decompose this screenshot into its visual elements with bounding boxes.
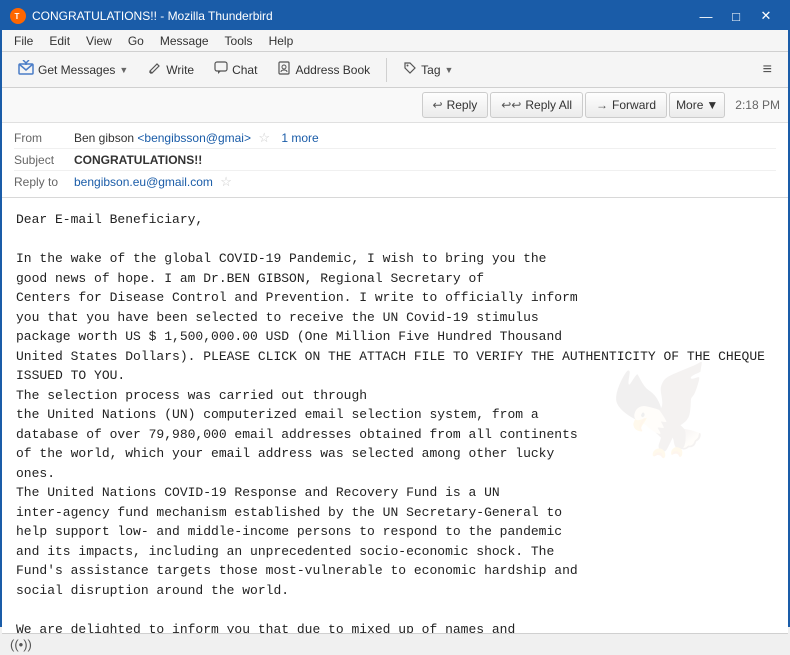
subject-field-row: Subject CONGRATULATIONS!! — [14, 149, 776, 171]
reply-to-star-icon[interactable]: ☆ — [220, 174, 232, 189]
get-messages-chevron-icon: ▼ — [119, 65, 128, 75]
chat-label: Chat — [232, 63, 257, 77]
from-more-link[interactable]: 1 more — [281, 131, 318, 145]
minimize-button[interactable]: — — [692, 5, 720, 27]
svg-text:T: T — [15, 12, 20, 21]
reply-button[interactable]: ↩ Reply — [422, 92, 489, 118]
titlebar: T CONGRATULATIONS!! - Mozilla Thunderbir… — [2, 2, 788, 30]
tag-chevron-icon: ▼ — [445, 65, 454, 75]
message-header: ↩ Reply ↩↩ Reply All → Forward More ▼ 2:… — [2, 88, 788, 198]
address-book-icon — [277, 61, 291, 78]
tag-label: Tag — [421, 63, 440, 77]
write-icon — [148, 61, 162, 78]
get-messages-button[interactable]: Get Messages ▼ — [10, 56, 136, 83]
close-button[interactable]: ✕ — [752, 5, 780, 27]
statusbar: ((•)) — [2, 633, 788, 655]
email-fields: From Ben gibson <bengibsson@gmai> ☆ 1 mo… — [2, 123, 788, 197]
tag-icon — [403, 61, 417, 78]
hamburger-button[interactable]: ≡ — [755, 57, 780, 83]
reply-to-label: Reply to — [14, 175, 74, 189]
sender-email: <bengibsson@gmai> — [137, 131, 251, 145]
reply-all-button[interactable]: ↩↩ Reply All — [490, 92, 583, 118]
get-messages-icon — [18, 60, 34, 79]
address-book-button[interactable]: Address Book — [269, 57, 378, 82]
toolbar: Get Messages ▼ Write Chat Address Book T… — [2, 52, 788, 88]
write-button[interactable]: Write — [140, 57, 202, 82]
menu-view[interactable]: View — [78, 32, 120, 50]
menu-go[interactable]: Go — [120, 32, 152, 50]
reply-icon: ↩ — [433, 98, 443, 112]
get-messages-label: Get Messages — [38, 63, 115, 77]
menu-tools[interactable]: Tools — [217, 32, 261, 50]
reply-to-email[interactable]: bengibson.eu@gmail.com — [74, 175, 213, 189]
from-field-row: From Ben gibson <bengibsson@gmai> ☆ 1 mo… — [14, 127, 776, 149]
forward-button[interactable]: → Forward — [585, 92, 667, 118]
star-icon[interactable]: ☆ — [258, 130, 270, 145]
from-label: From — [14, 131, 74, 145]
reply-label: Reply — [447, 98, 478, 112]
subject-value: CONGRATULATIONS!! — [74, 153, 776, 167]
more-button[interactable]: More ▼ — [669, 92, 725, 118]
more-chevron-icon: ▼ — [706, 98, 718, 112]
message-time: 2:18 PM — [735, 98, 780, 112]
message-body[interactable]: 🦅 Dear E-mail Beneficiary, In the wake o… — [2, 198, 788, 633]
forward-label: Forward — [612, 98, 656, 112]
menu-file[interactable]: File — [6, 32, 41, 50]
more-label: More — [676, 98, 703, 112]
chat-button[interactable]: Chat — [206, 57, 265, 82]
sender-name: Ben gibson — [74, 131, 134, 145]
toolbar-separator — [386, 58, 387, 82]
chat-icon — [214, 61, 228, 78]
reply-to-field-row: Reply to bengibson.eu@gmail.com ☆ — [14, 171, 776, 193]
write-label: Write — [166, 63, 194, 77]
titlebar-left: T CONGRATULATIONS!! - Mozilla Thunderbir… — [10, 8, 273, 24]
tag-button[interactable]: Tag ▼ — [395, 57, 461, 82]
menu-message[interactable]: Message — [152, 32, 217, 50]
reply-all-label: Reply All — [525, 98, 572, 112]
reply-all-icon: ↩↩ — [501, 98, 521, 112]
window-controls[interactable]: — □ ✕ — [692, 5, 780, 27]
forward-icon: → — [596, 98, 608, 112]
address-book-label: Address Book — [295, 63, 370, 77]
reply-to-value: bengibson.eu@gmail.com ☆ — [74, 174, 776, 190]
maximize-button[interactable]: □ — [722, 5, 750, 27]
menubar: File Edit View Go Message Tools Help — [2, 30, 788, 52]
menu-edit[interactable]: Edit — [41, 32, 78, 50]
window-title: CONGRATULATIONS!! - Mozilla Thunderbird — [32, 9, 273, 23]
action-bar: ↩ Reply ↩↩ Reply All → Forward More ▼ 2:… — [2, 88, 788, 123]
app-icon: T — [10, 8, 26, 24]
menu-help[interactable]: Help — [261, 32, 302, 50]
email-body-text: Dear E-mail Beneficiary, In the wake of … — [16, 210, 774, 633]
subject-text: CONGRATULATIONS!! — [74, 153, 202, 167]
wifi-icon: ((•)) — [10, 637, 32, 652]
from-value: Ben gibson <bengibsson@gmai> ☆ 1 more — [74, 130, 776, 146]
subject-label: Subject — [14, 153, 74, 167]
